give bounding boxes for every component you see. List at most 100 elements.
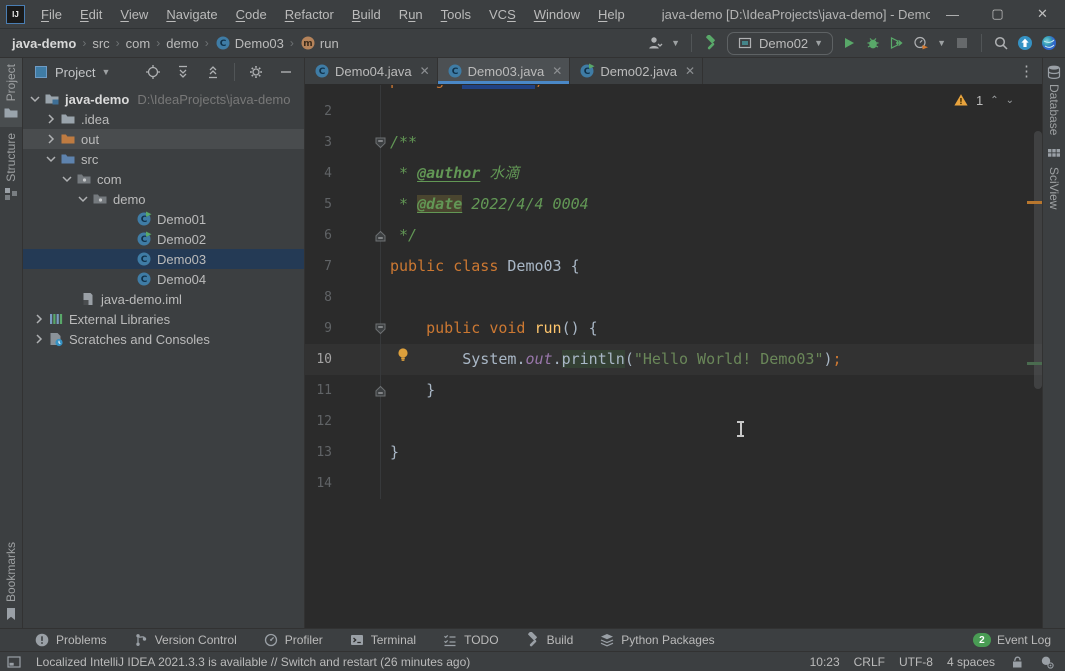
toolwindow-event-log[interactable]: 2Event Log [973,633,1051,647]
code-line-9[interactable]: 9 public void run() { [305,313,1042,344]
line-number[interactable]: 13 [305,437,332,468]
tree-item-java-demo-iml[interactable]: java-demo.iml [23,289,304,309]
breadcrumb-item-demo03[interactable]: CDemo03 [215,35,284,51]
project-panel-title[interactable]: Project [55,65,95,80]
menu-window[interactable]: Window [525,7,589,22]
line-number[interactable]: 1 [305,85,332,96]
status-message[interactable]: Localized IntelliJ IDEA 2021.3.3 is avai… [36,655,470,669]
close-tab-icon[interactable]: ✕ [420,64,430,78]
code-line-4[interactable]: 4 * @author 水滴 [305,158,1042,189]
code-line-14[interactable]: 14 [305,468,1042,499]
chevron-down-icon[interactable]: ▼ [101,67,110,77]
status-widget-4-spaces[interactable]: 4 spaces [947,655,995,669]
code-line-2[interactable]: 2 [305,96,1042,127]
code-line-8[interactable]: 8 [305,282,1042,313]
toolwindow-todo[interactable]: TODO [442,632,498,648]
editor-body[interactable]: 1package com.demo;23/**4 * @author 水滴5 *… [305,85,1042,628]
menu-edit[interactable]: Edit [71,7,111,22]
tree-item--idea[interactable]: .idea [23,109,304,129]
stop-button-icon[interactable] [954,35,970,51]
line-number[interactable]: 3 [305,127,332,158]
editor-scrollbar[interactable] [1034,131,1042,389]
menu-file[interactable]: File [32,7,71,22]
chevron-right-icon[interactable] [31,331,47,347]
tab-demo04-java[interactable]: CDemo04.java✕ [305,58,438,84]
tree-item-java-demo[interactable]: java-demoD:\IdeaProjects\java-demo [23,89,304,109]
breadcrumb-item-com[interactable]: com [126,36,151,51]
line-number[interactable]: 7 [305,251,332,282]
chevron-down-icon[interactable] [75,191,91,207]
tree-item-src[interactable]: src [23,149,304,169]
tree-item-out[interactable]: out [23,129,304,149]
tab-demo03-java[interactable]: CDemo03.java✕ [438,58,571,84]
lock-icon[interactable] [1009,654,1025,670]
settings-gear-icon[interactable] [244,64,268,80]
fold-marker-icon[interactable] [375,230,386,242]
plugin-orb-icon[interactable] [1041,35,1057,51]
chevron-down-icon[interactable] [27,91,43,107]
menu-navigate[interactable]: Navigate [157,7,226,22]
code-line-1[interactable]: 1package com.demo; [305,85,1042,96]
next-warning-icon[interactable]: ⌄ [1006,95,1014,106]
ide-update-icon[interactable] [1017,35,1033,51]
code-line-3[interactable]: 3/** [305,127,1042,158]
menu-code[interactable]: Code [227,7,276,22]
maximize-button[interactable]: ▢ [975,0,1020,28]
search-everywhere-icon[interactable] [993,35,1009,51]
toolwindow-profiler[interactable]: Profiler [263,632,323,648]
menu-view[interactable]: View [111,7,157,22]
tool-window-switcher-icon[interactable] [6,654,22,670]
run-configuration-select[interactable]: Demo02▼ [727,32,833,55]
line-number[interactable]: 12 [305,406,332,437]
tree-item-com[interactable]: com [23,169,304,189]
debug-button-icon[interactable] [865,35,881,51]
tab-options-icon[interactable]: ⋮ [1011,58,1042,84]
chevron-right-icon[interactable] [43,111,59,127]
close-tab-icon[interactable]: ✕ [552,64,562,78]
fold-marker-icon[interactable] [375,385,386,397]
chevron-right-icon[interactable] [31,311,47,327]
run-with-coverage-icon[interactable] [889,35,905,51]
tree-item-demo[interactable]: demo [23,189,304,209]
toolwindow-terminal[interactable]: Terminal [349,632,416,648]
line-number[interactable]: 9 [305,313,332,344]
code-line-6[interactable]: 6 */ [305,220,1042,251]
menu-tools[interactable]: Tools [432,7,480,22]
line-number[interactable]: 10 [305,344,332,375]
breadcrumb-item-demo[interactable]: demo [166,36,199,51]
profiler-icon[interactable] [913,35,929,51]
menu-refactor[interactable]: Refactor [276,7,343,22]
prev-warning-icon[interactable]: ⌃ [990,95,998,106]
line-number[interactable]: 14 [305,468,332,499]
fold-marker-icon[interactable] [375,137,386,149]
collapse-all-icon[interactable] [201,64,225,80]
stripe-button-bookmarks[interactable]: Bookmarks [0,536,22,628]
line-number[interactable]: 5 [305,189,332,220]
code-line-12[interactable]: 12 [305,406,1042,437]
expand-all-icon[interactable] [171,64,195,80]
status-widget-utf-8[interactable]: UTF-8 [899,655,933,669]
close-button[interactable]: ✕ [1020,0,1065,28]
intention-bulb-icon[interactable] [396,347,410,362]
code-line-5[interactable]: 5 * @date 2022/4/4 0004 [305,189,1042,220]
line-number[interactable]: 6 [305,220,332,251]
run-button-icon[interactable] [841,35,857,51]
tab-demo02-java[interactable]: CDemo02.java✕ [570,58,703,84]
status-widget-crlf[interactable]: CRLF [854,655,885,669]
code-line-7[interactable]: 7public class Demo03 { [305,251,1042,282]
breadcrumb-item-java-demo[interactable]: java-demo [12,36,76,51]
toolwindow-build[interactable]: Build [525,632,574,648]
menu-vcs[interactable]: VCS [480,7,525,22]
chevron-down-icon[interactable] [43,151,59,167]
inspections-settings-icon[interactable] [1039,654,1055,670]
line-number[interactable]: 2 [305,96,332,127]
build-hammer-icon[interactable] [703,35,719,51]
hide-panel-icon[interactable] [274,64,298,80]
close-tab-icon[interactable]: ✕ [685,64,695,78]
toolwindow-problems[interactable]: Problems [34,632,107,648]
line-number[interactable]: 4 [305,158,332,189]
menu-run[interactable]: Run [390,7,432,22]
code-line-13[interactable]: 13} [305,437,1042,468]
tree-item-demo03[interactable]: CDemo03 [23,249,304,269]
chevron-right-icon[interactable] [43,131,59,147]
